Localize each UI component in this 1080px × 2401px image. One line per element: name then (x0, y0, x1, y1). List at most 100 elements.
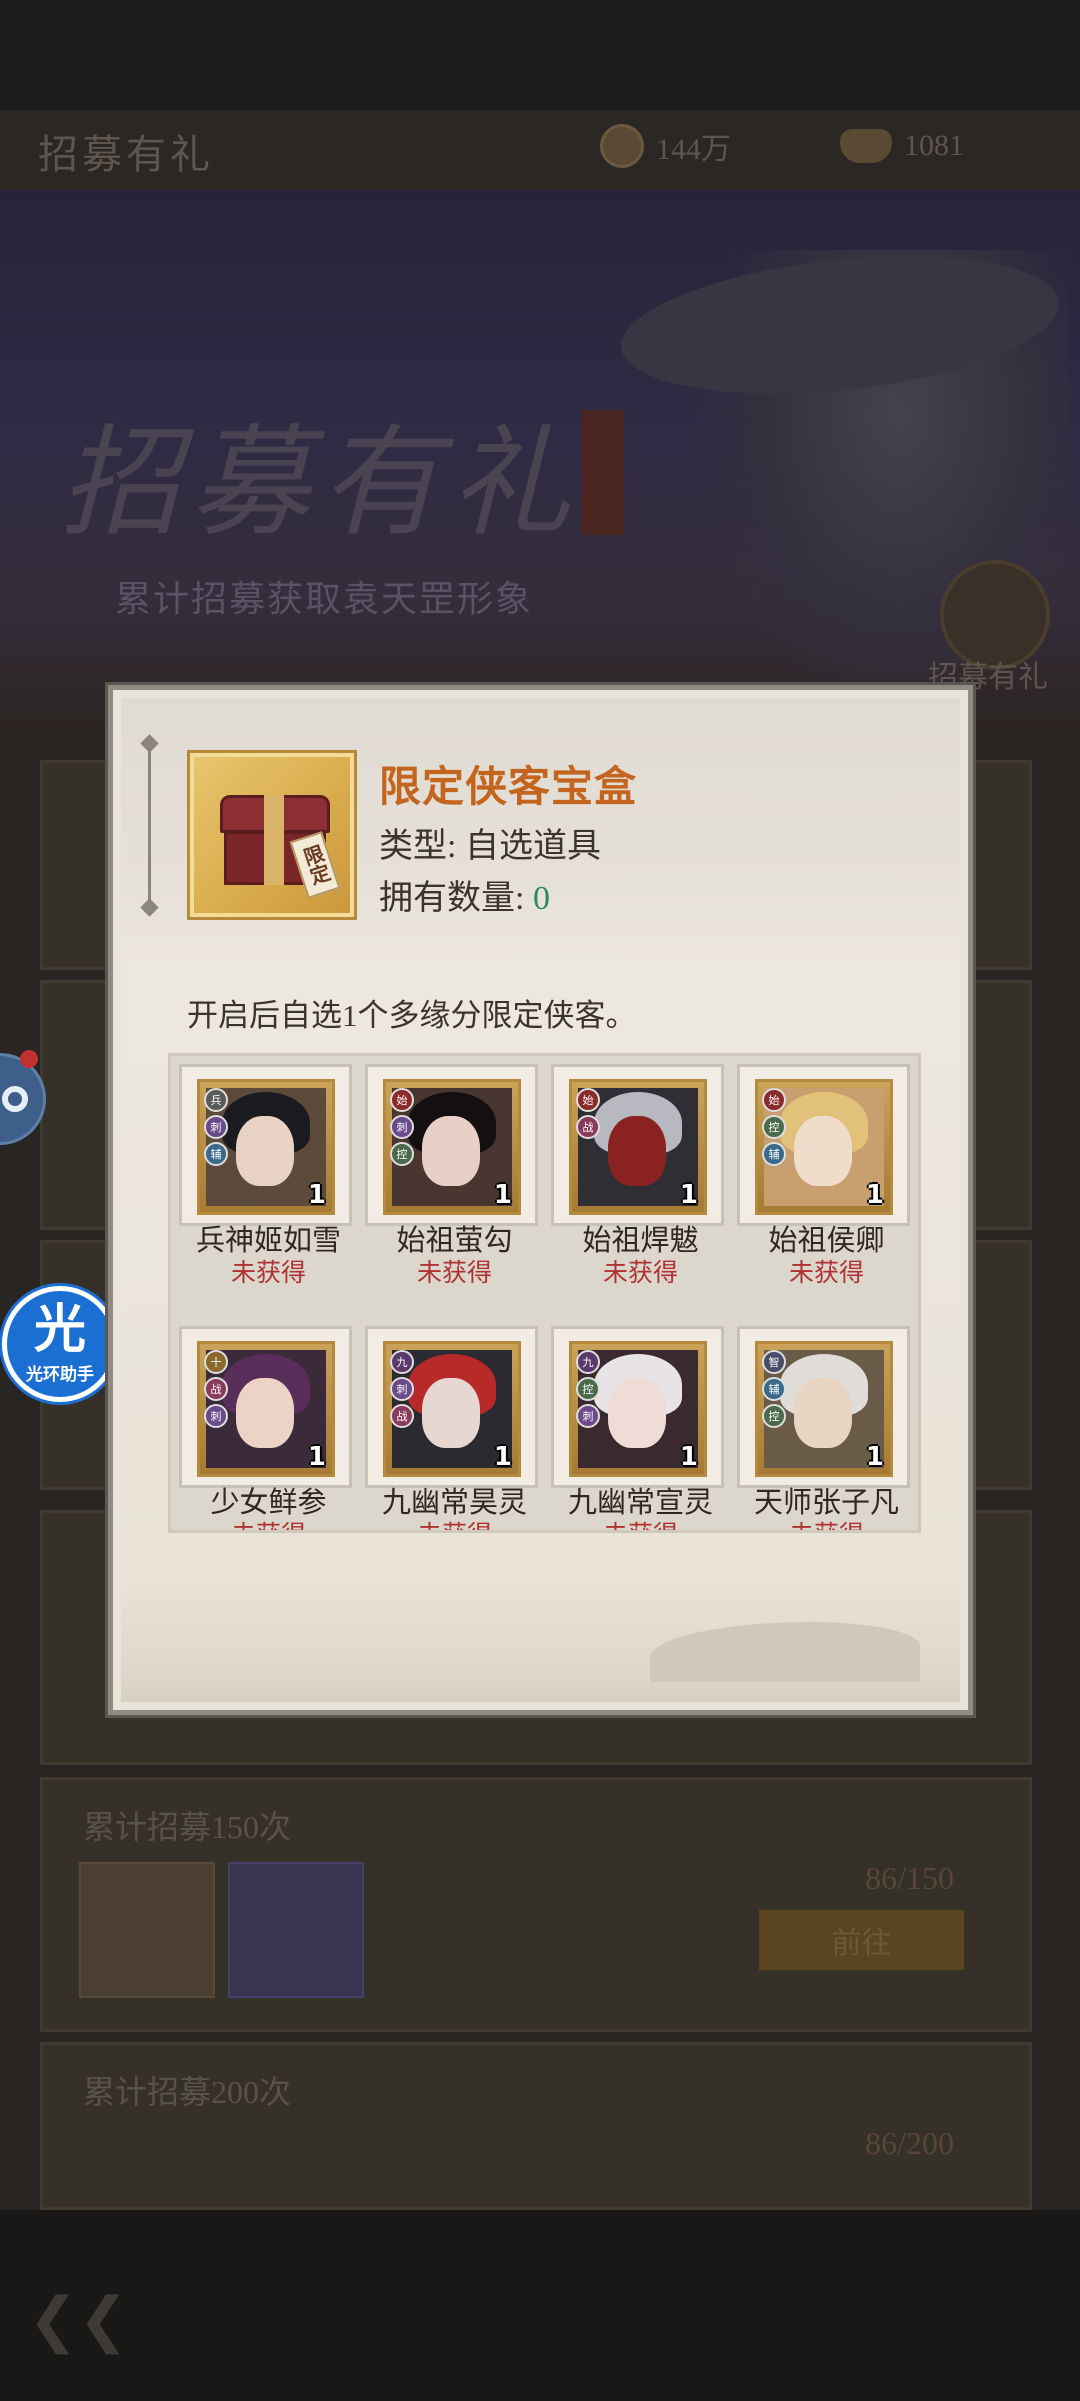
faction-badge: 十 (204, 1350, 228, 1374)
task-title: 累计招募200次 (83, 2074, 292, 2110)
task-title: 累计招募150次 (83, 1809, 292, 1845)
hero-card[interactable]: 始 战 1 始祖焊魃 未获得 (551, 1064, 724, 1287)
screen-title: 招募有礼 (38, 132, 214, 177)
copper-coin-icon (600, 124, 644, 168)
bottom-bar (0, 2210, 1080, 2401)
hero-portrait: 九 控 刺 1 (569, 1341, 707, 1477)
hero-portrait: 智 辅 控 1 (755, 1341, 893, 1477)
hero-status: 未获得 (368, 1515, 541, 1530)
hero-count: 1 (493, 1180, 512, 1210)
role-badge: 刺 (204, 1404, 228, 1428)
hero-status: 未获得 (788, 1260, 864, 1287)
hero-selection-grid: 兵 刺 辅 1 兵神姬如雪 未获得 始 刺 控 1 始祖萤勾 未获得 始 战 1… (168, 1053, 921, 1533)
hero-status: 未获得 (554, 1515, 727, 1530)
hero-status: 未获得 (740, 1515, 913, 1530)
hero-portrait: 兵 刺 辅 1 (197, 1079, 335, 1215)
halo-assistant-glyph: 光 (33, 1299, 86, 1360)
limited-tag: 限定 (289, 831, 341, 899)
hero-card[interactable]: 智 辅 控 1 天师张子凡 未获得 (737, 1326, 910, 1530)
hero-card[interactable]: 兵 刺 辅 1 兵神姬如雪 未获得 (179, 1064, 352, 1287)
halo-assistant-button[interactable]: 光 光环助手 (2, 1286, 118, 1402)
hero-status: 未获得 (182, 1515, 355, 1530)
portrait-face (794, 1116, 852, 1186)
hero-portrait: 始 战 1 (569, 1079, 707, 1215)
task-progress: 86/150 (865, 1860, 954, 1896)
back-arrow-icon[interactable]: ❮❮ (28, 2285, 129, 2355)
gold-ingot-icon (840, 129, 892, 163)
hero-badges: 兵 刺 辅 (204, 1088, 230, 1169)
role-badge: 辅 (204, 1142, 228, 1166)
banner-title: 招募有礼 (60, 417, 580, 550)
item-name: 限定侠客宝盒 (379, 765, 638, 811)
assistant-ring-icon (2, 1086, 28, 1112)
role-badge: 战 (576, 1115, 600, 1139)
hero-status: 未获得 (230, 1260, 306, 1287)
hero-count: 1 (307, 1442, 326, 1472)
hero-badges: 始 战 (576, 1088, 602, 1142)
go-button[interactable]: 前往 (759, 1910, 964, 1970)
role-badge: 控 (762, 1115, 786, 1139)
hero-badges: 九 控 刺 (576, 1350, 602, 1431)
banner-subtitle: 累计招募获取袁天罡形象 (115, 579, 534, 619)
hero-badges: 始 控 辅 (762, 1088, 788, 1169)
item-owned: 拥有数量: 0 (379, 870, 550, 919)
item-description: 开启后自选1个多缘分限定侠客。 (187, 998, 637, 1033)
notification-dot (20, 1050, 38, 1068)
hero-card[interactable]: 九 刺 战 1 九幽常昊灵 未获得 (365, 1326, 538, 1530)
hero-count: 1 (493, 1442, 512, 1472)
portrait-face (236, 1378, 294, 1448)
item-detail-popup: 限定 限定侠客宝盒 类型: 自选道具 拥有数量: 0 开启后自选1个多缘分限定侠… (108, 685, 973, 1715)
chest-art: 限定 (220, 795, 341, 899)
task-progress: 86/200 (865, 2125, 954, 2161)
ink-mountain-art (650, 1622, 920, 1682)
hero-badges: 十 战 刺 (204, 1350, 230, 1431)
hero-badges: 九 刺 战 (390, 1350, 416, 1431)
faction-badge: 始 (762, 1088, 786, 1112)
hero-portrait: 始 刺 控 1 (383, 1079, 521, 1215)
hero-count: 1 (679, 1180, 698, 1210)
role-badge: 辅 (762, 1377, 786, 1401)
copper-value: 144万 (656, 133, 731, 166)
role-badge: 控 (576, 1377, 600, 1401)
portrait-face (608, 1116, 666, 1186)
portrait-face (422, 1116, 480, 1186)
banner-seal (582, 410, 624, 535)
chest-band (264, 795, 284, 885)
hero-portrait: 九 刺 战 1 (383, 1341, 521, 1477)
role-badge: 刺 (390, 1377, 414, 1401)
hero-badges: 智 辅 控 (762, 1350, 788, 1431)
hero-status: 未获得 (416, 1260, 492, 1287)
hero-card[interactable]: 始 刺 控 1 始祖萤勾 未获得 (365, 1064, 538, 1287)
gold-resource[interactable]: 1081 (840, 118, 964, 174)
hero-status: 未获得 (602, 1260, 678, 1287)
owned-label: 拥有数量: (379, 880, 533, 917)
hero-card[interactable]: 始 控 辅 1 始祖侯卿 未获得 (737, 1064, 910, 1287)
owned-value: 0 (532, 880, 550, 917)
header-divider (148, 743, 151, 908)
portrait-face (422, 1378, 480, 1448)
hero-portrait: 十 战 刺 1 (197, 1341, 335, 1477)
role-badge: 控 (762, 1404, 786, 1428)
role-badge: 战 (390, 1404, 414, 1428)
popup-body: 限定 限定侠客宝盒 类型: 自选道具 拥有数量: 0 开启后自选1个多缘分限定侠… (121, 698, 960, 1702)
portrait-face (236, 1116, 294, 1186)
hero-card[interactable]: 十 战 刺 1 少女鲜参 未获得 (179, 1326, 352, 1530)
hero-count: 1 (865, 1180, 884, 1210)
role-badge: 刺 (576, 1404, 600, 1428)
item-chest-icon: 限定 (187, 750, 357, 920)
role-badge: 战 (204, 1377, 228, 1401)
halo-assistant-label: 光环助手 (26, 1364, 94, 1385)
hero-card[interactable]: 九 控 刺 1 九幽常宣灵 未获得 (551, 1326, 724, 1530)
hero-count: 1 (307, 1180, 326, 1210)
role-badge: 刺 (390, 1115, 414, 1139)
portrait-face (794, 1378, 852, 1448)
role-badge: 控 (390, 1142, 414, 1166)
reward-item[interactable] (228, 1862, 364, 1998)
reward-item[interactable] (79, 1862, 215, 1998)
portrait-face (608, 1378, 666, 1448)
faction-badge: 九 (576, 1350, 600, 1374)
role-badge: 辅 (762, 1142, 786, 1166)
faction-badge: 始 (576, 1088, 600, 1112)
hero-count: 1 (679, 1442, 698, 1472)
copper-resource[interactable]: 144万 (600, 118, 731, 174)
